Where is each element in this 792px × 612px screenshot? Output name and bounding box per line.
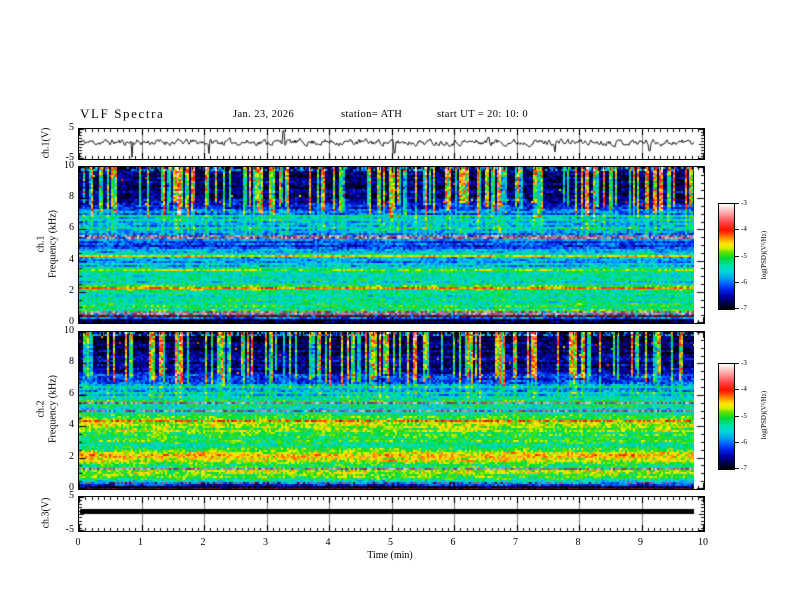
- ch2-spectrogram-ticks: [79, 332, 704, 489]
- time-axis-tick-label: 10: [698, 537, 708, 548]
- ch1-waveform-ticks: [79, 129, 704, 159]
- colorbar2-tick-label: -7: [741, 464, 747, 472]
- colorbar1-tick: [734, 203, 739, 204]
- colorbar2-tick: [734, 389, 739, 391]
- colorbar2-tick-label: -6: [741, 437, 747, 446]
- colorbar1-label: log(PSD)(V²/Hz): [760, 230, 768, 280]
- colorbar1-tick-label: -5: [741, 251, 747, 260]
- ch1-spec-ytick-label: 2: [69, 284, 74, 296]
- time-axis-tick-label: 6: [450, 537, 456, 548]
- colorbar-ch1: [718, 203, 735, 310]
- colorbar2-tick-label: -4: [741, 385, 747, 394]
- date-label: Jan. 23, 2026: [233, 109, 295, 120]
- colorbar1-tick-label: -7: [741, 304, 747, 312]
- colorbar1-tick-label: -4: [741, 225, 747, 234]
- time-axis-tick-label: 5: [388, 537, 393, 548]
- time-axis-tick-label: 0: [75, 537, 81, 548]
- time-axis-tick-label: 2: [200, 537, 206, 548]
- colorbar2-label: log(PSD)(V²/Hz): [760, 390, 768, 440]
- ch1-spec-ytick-label: 8: [69, 191, 74, 203]
- ch2-spec-ytick-label: 8: [69, 356, 74, 368]
- time-axis-tick-label: 9: [638, 537, 643, 548]
- station-label: station= ATH: [341, 109, 403, 120]
- colorbar2-tick: [734, 415, 739, 417]
- ch3-wave-ytick-label: 5: [69, 490, 74, 501]
- ch2-spec-ytick-label: 6: [69, 387, 74, 399]
- time-axis-tick-label: 7: [513, 537, 518, 548]
- ch3-waveform-ticks: [79, 497, 704, 531]
- colorbar2-tick-label: -5: [741, 411, 747, 420]
- colorbar2-tick: [734, 468, 739, 469]
- figure-title: VLF Spectra: [80, 106, 165, 121]
- colorbar1-tick: [734, 255, 739, 257]
- ch2-spec-ytick-label: 2: [69, 450, 74, 462]
- colorbar1-tick-label: -6: [741, 277, 747, 286]
- time-axis-tick-label: 1: [138, 537, 143, 548]
- ch1-spec-axis-label: Frequency (kHz): [47, 209, 59, 279]
- time-axis-tick-label: 3: [263, 537, 268, 548]
- colorbar2-tick: [734, 441, 739, 443]
- start-ut-label: start UT = 20: 10: 0: [437, 109, 529, 120]
- ch3-waveform-panel: [78, 496, 705, 532]
- colorbar2-tick-label: -3: [741, 359, 747, 367]
- time-axis-tick-label: 8: [575, 537, 581, 548]
- ch1-spec-ytick-label: 4: [69, 253, 74, 265]
- colorbar-ch2: [718, 363, 735, 470]
- ch1-spectrogram-ticks: [79, 167, 704, 323]
- vlf-spectra-figure: VLF Spectra Jan. 23, 2026 station= ATH s…: [0, 0, 792, 612]
- ch1-spec-ytick-label: 6: [69, 222, 74, 234]
- colorbar1-tick: [734, 229, 739, 231]
- time-axis-tick-label: 4: [325, 537, 331, 548]
- colorbar1-tick: [734, 281, 739, 283]
- ch1-spec-channel-label: ch.1: [35, 235, 47, 253]
- colorbar1-tick-label: -3: [741, 199, 747, 207]
- ch2-spec-ytick-label: 10: [64, 325, 74, 336]
- ch2-spec-axis-label: Frequency (kHz): [47, 374, 59, 444]
- ch1-wave-ytick-label: 5: [69, 122, 74, 133]
- ch2-spectrogram-panel: [78, 331, 705, 490]
- ch1-spectrogram-panel: [78, 166, 705, 324]
- ch2-spec-channel-label: ch.2: [35, 400, 47, 418]
- ch3-wave-ytick-label: -5: [65, 524, 74, 535]
- time-axis-label: Time (min): [367, 550, 413, 561]
- ch1-waveform-panel: [78, 128, 705, 160]
- ch1-wave-ytick-label: -5: [65, 152, 74, 163]
- colorbar2-tick: [734, 363, 739, 364]
- colorbar1-tick: [734, 308, 739, 309]
- ch2-spec-ytick-label: 4: [69, 419, 74, 431]
